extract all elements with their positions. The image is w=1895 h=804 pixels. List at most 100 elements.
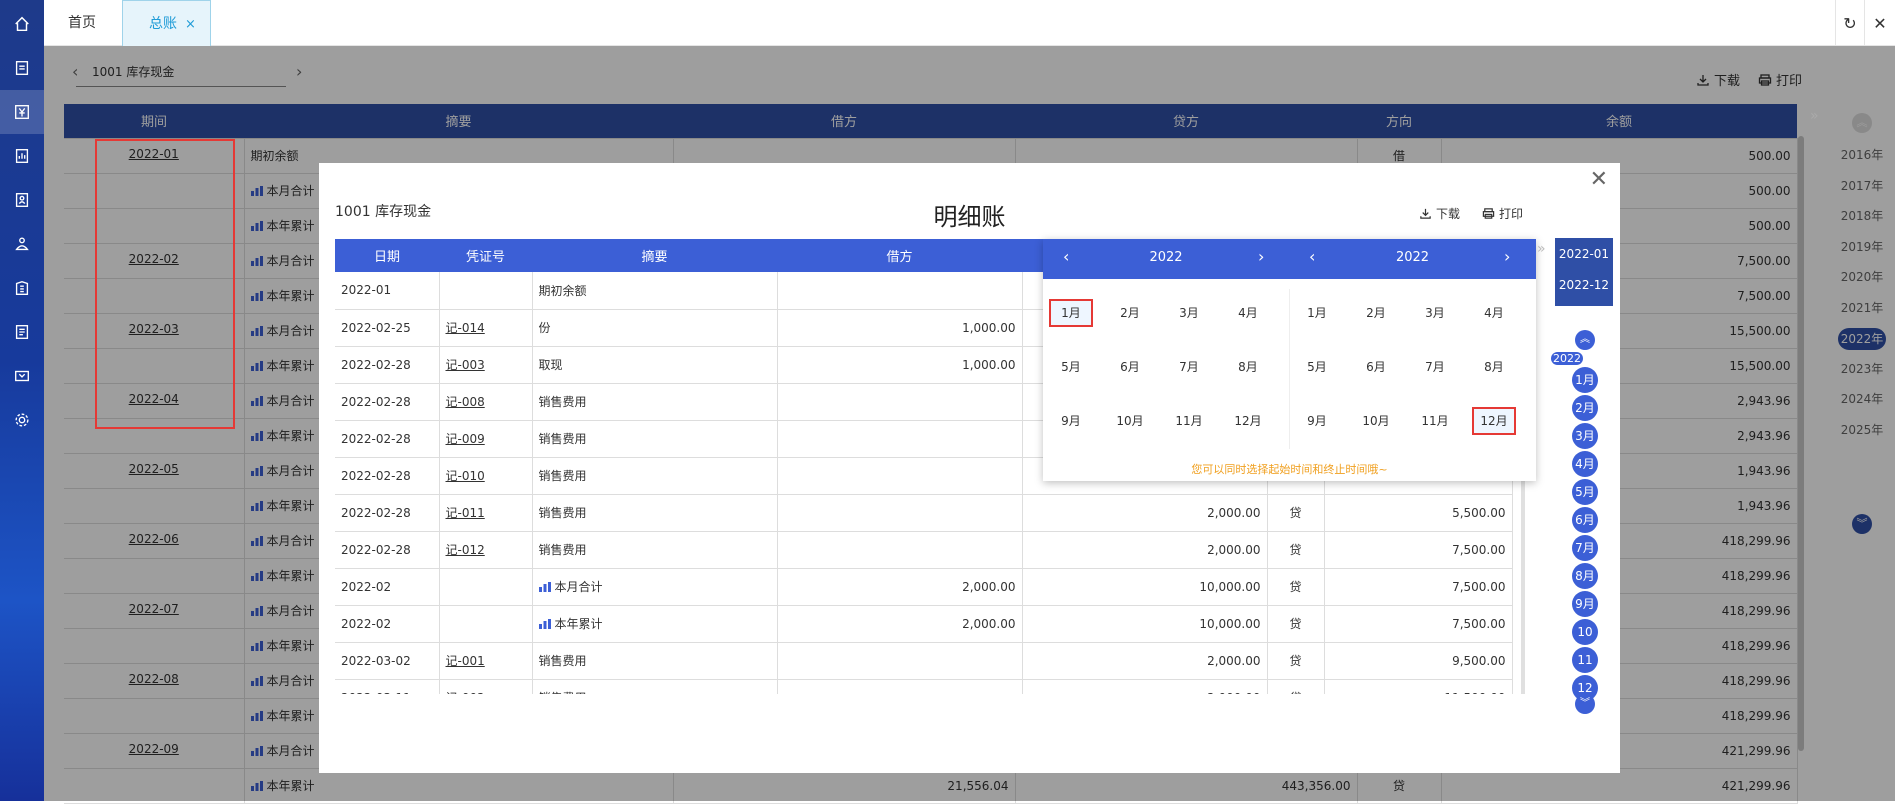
invoice-icon[interactable] bbox=[0, 354, 44, 398]
left-next-year-arrow[interactable]: › bbox=[1258, 247, 1264, 266]
month-up-icon[interactable]: ︽ bbox=[1575, 330, 1595, 350]
credit-cell: 10,000.00 bbox=[1022, 568, 1268, 606]
summary-cell: 销售费用 bbox=[532, 531, 778, 569]
report-icon[interactable] bbox=[0, 134, 44, 178]
voucher-link[interactable]: 记-003 bbox=[439, 346, 533, 384]
debit-cell bbox=[777, 494, 1023, 532]
voucher-link[interactable]: 记-008 bbox=[439, 383, 533, 421]
summary-cell: 销售费用 bbox=[532, 679, 778, 694]
end-month-option[interactable]: 1月 bbox=[1295, 299, 1339, 327]
start-month-option[interactable]: 8月 bbox=[1226, 353, 1270, 381]
start-month-option[interactable]: 12月 bbox=[1226, 407, 1270, 435]
download-icon bbox=[1420, 208, 1431, 219]
voucher-link[interactable]: 记-009 bbox=[439, 420, 533, 458]
settings-icon[interactable] bbox=[0, 398, 44, 442]
end-month-option[interactable]: 2月 bbox=[1354, 299, 1398, 327]
start-month-option[interactable]: 6月 bbox=[1108, 353, 1152, 381]
table-row: 2022-02 本年累计 2,000.00 10,000.00 贷 7,500.00 bbox=[335, 605, 1513, 643]
end-month-option[interactable]: 8月 bbox=[1472, 353, 1516, 381]
start-month-option[interactable]: 9月 bbox=[1049, 407, 1093, 435]
ledger-icon[interactable] bbox=[0, 90, 44, 134]
month-button[interactable]: 9月 bbox=[1572, 591, 1598, 617]
voucher-link[interactable]: 记-001 bbox=[439, 642, 533, 680]
document-icon[interactable] bbox=[0, 310, 44, 354]
detail-col-header: 日期 bbox=[335, 239, 439, 272]
debit-cell bbox=[777, 272, 1023, 310]
end-month-option[interactable]: 7月 bbox=[1413, 353, 1457, 381]
end-month-option[interactable]: 11月 bbox=[1413, 407, 1457, 435]
staff-icon[interactable] bbox=[0, 178, 44, 222]
end-month-option[interactable]: 4月 bbox=[1472, 299, 1516, 327]
month-down-icon[interactable]: ︾ bbox=[1575, 694, 1595, 714]
refresh-icon[interactable]: ↻ bbox=[1835, 0, 1865, 46]
debit-cell bbox=[777, 457, 1023, 495]
right-calendar-header: ‹ 2022 › bbox=[1289, 239, 1536, 279]
month-range-picker: ‹ 2022 › ‹ 2022 › 1月 2月 3月 4月 5月 6月 7月 8月 9月 10月 1… bbox=[1043, 239, 1536, 481]
range-end[interactable]: 2022-12 bbox=[1555, 270, 1613, 306]
end-month-option[interactable]: 6月 bbox=[1354, 353, 1398, 381]
debit-cell: 1,000.00 bbox=[777, 309, 1023, 347]
start-month-option[interactable]: 2月 bbox=[1108, 299, 1152, 327]
table-row: 2022-03-02 记-001 销售费用 2,000.00 贷 9,500.00 bbox=[335, 642, 1513, 680]
modal-download-button[interactable]: 下载 bbox=[1419, 205, 1460, 222]
month-button[interactable]: 3月 bbox=[1572, 423, 1598, 449]
detail-col-header: 凭证号 bbox=[439, 239, 532, 272]
voucher-link bbox=[439, 272, 533, 310]
modal-print-button[interactable]: 打印 bbox=[1482, 205, 1523, 222]
collapse-arrow-icon[interactable]: » bbox=[1537, 241, 1546, 257]
month-button[interactable]: 1月 bbox=[1572, 367, 1598, 393]
month-button[interactable]: 11月 bbox=[1572, 647, 1598, 693]
end-month-option[interactable]: 3月 bbox=[1413, 299, 1457, 327]
summary-text: 取现 bbox=[538, 358, 563, 372]
month-button[interactable]: 8月 bbox=[1572, 563, 1598, 589]
expand-arrow-icon[interactable]: » bbox=[1810, 108, 1819, 124]
voucher-icon[interactable] bbox=[0, 46, 44, 90]
close-window-icon[interactable]: ✕ bbox=[1865, 0, 1895, 46]
start-month-option[interactable]: 4月 bbox=[1226, 299, 1270, 327]
voucher-link[interactable]: 记-011 bbox=[439, 494, 533, 532]
balance-cell: 7,500.00 bbox=[1324, 531, 1513, 569]
voucher-link bbox=[439, 568, 533, 606]
month-button[interactable]: 2月 bbox=[1572, 395, 1598, 421]
summary-cell: 销售费用 bbox=[532, 642, 778, 680]
close-icon[interactable]: × bbox=[185, 17, 196, 32]
start-month-option[interactable]: 5月 bbox=[1049, 353, 1093, 381]
summary-text: 销售费用 bbox=[538, 654, 587, 668]
month-button[interactable]: 10月 bbox=[1572, 619, 1598, 665]
month-button[interactable]: 5月 bbox=[1572, 479, 1598, 505]
summary-text: 销售费用 bbox=[538, 506, 587, 520]
month-button[interactable]: 6月 bbox=[1572, 507, 1598, 533]
building-icon[interactable] bbox=[0, 266, 44, 310]
voucher-link[interactable]: 记-012 bbox=[439, 531, 533, 569]
voucher-link[interactable]: 记-002 bbox=[439, 679, 533, 694]
modal-close-icon[interactable]: ✕ bbox=[1590, 167, 1608, 192]
end-month-option[interactable]: 5月 bbox=[1295, 353, 1339, 381]
calendar-hint: 您可以同时选择起始时间和终止时间哦~ bbox=[1191, 463, 1388, 476]
debit-cell bbox=[777, 531, 1023, 569]
end-month-option[interactable]: 10月 bbox=[1354, 407, 1398, 435]
end-month-option[interactable]: 12月 bbox=[1472, 407, 1516, 435]
range-start[interactable]: 2022-01 bbox=[1555, 238, 1613, 270]
calendar-divider bbox=[1289, 289, 1290, 449]
start-month-option[interactable]: 3月 bbox=[1167, 299, 1211, 327]
voucher-link[interactable]: 记-010 bbox=[439, 457, 533, 495]
start-month-option[interactable]: 10月 bbox=[1108, 407, 1152, 435]
home-icon[interactable] bbox=[0, 2, 44, 46]
voucher-link[interactable]: 记-014 bbox=[439, 309, 533, 347]
summary-text: 销售费用 bbox=[538, 432, 587, 446]
balance-cell: 9,500.00 bbox=[1324, 642, 1513, 680]
tab-general-ledger[interactable]: 总账 × bbox=[122, 0, 211, 46]
tab-home[interactable]: 首页 bbox=[44, 0, 120, 46]
summary-cell: 销售费用 bbox=[532, 383, 778, 421]
end-month-option[interactable]: 9月 bbox=[1295, 407, 1339, 435]
right-next-year-arrow[interactable]: › bbox=[1504, 247, 1510, 266]
start-month-option[interactable]: 7月 bbox=[1167, 353, 1211, 381]
direction-cell: 贷 bbox=[1267, 568, 1325, 606]
credit-cell: 2,000.00 bbox=[1022, 679, 1268, 694]
start-month-option[interactable]: 1月 bbox=[1049, 299, 1093, 327]
asset-icon[interactable] bbox=[0, 222, 44, 266]
start-month-option[interactable]: 11月 bbox=[1167, 407, 1211, 435]
month-button[interactable]: 7月 bbox=[1572, 535, 1598, 561]
month-button[interactable]: 4月 bbox=[1572, 451, 1598, 477]
highlight-period-box bbox=[95, 139, 235, 429]
